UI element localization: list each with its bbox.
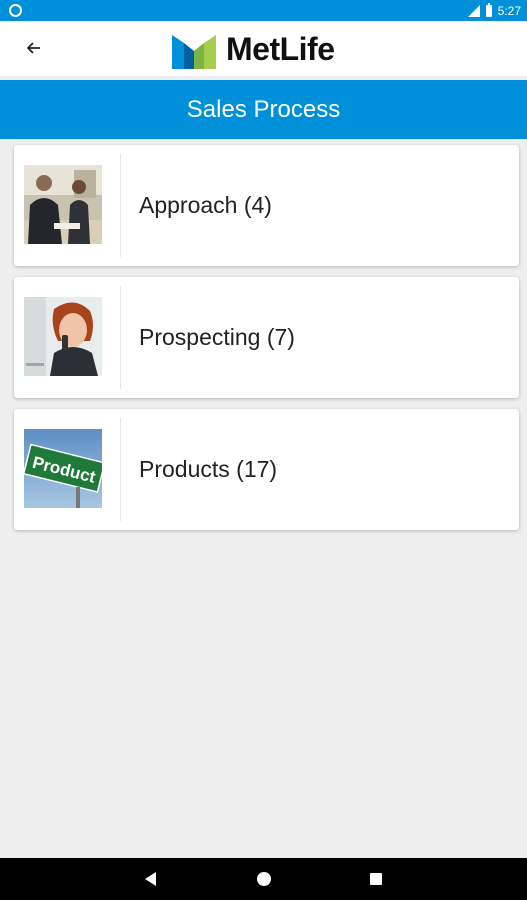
list-item-prospecting[interactable]: Prospecting (7) bbox=[14, 277, 519, 398]
arrow-left-icon bbox=[26, 42, 40, 54]
woman-on-phone-photo bbox=[24, 297, 102, 376]
list-item-label: Approach (4) bbox=[139, 192, 272, 218]
list-item-label: Prospecting (7) bbox=[139, 324, 295, 350]
status-icons: 5:27 bbox=[467, 0, 521, 21]
status-bar: 5:27 bbox=[0, 0, 527, 21]
battery-icon bbox=[485, 2, 492, 17]
signal-icon bbox=[467, 4, 480, 17]
system-nav-bar bbox=[0, 858, 527, 900]
card-divider bbox=[120, 286, 121, 389]
metlife-logo-icon bbox=[172, 35, 216, 69]
app-header: MetLife bbox=[0, 21, 527, 76]
back-button[interactable] bbox=[18, 33, 48, 63]
list-item-label: Products (17) bbox=[139, 456, 278, 482]
page-title: Sales Process bbox=[186, 95, 341, 123]
status-time: 5:27 bbox=[497, 3, 521, 18]
title-bar: Sales Process bbox=[0, 80, 527, 139]
card-divider bbox=[120, 154, 121, 257]
nav-back-icon[interactable] bbox=[145, 872, 156, 886]
card-divider bbox=[120, 418, 121, 521]
circle-notification-icon bbox=[9, 4, 22, 17]
business-meeting-photo bbox=[24, 165, 102, 244]
product-road-sign-photo: Product bbox=[24, 429, 102, 508]
brand-name: MetLife bbox=[226, 30, 335, 67]
nav-recents-icon[interactable] bbox=[370, 873, 382, 885]
brand: MetLife bbox=[172, 29, 335, 69]
nav-home-icon[interactable] bbox=[257, 872, 271, 886]
list-item-products[interactable]: Product Products (17) bbox=[14, 409, 519, 530]
list-item-approach[interactable]: Approach (4) bbox=[14, 145, 519, 266]
